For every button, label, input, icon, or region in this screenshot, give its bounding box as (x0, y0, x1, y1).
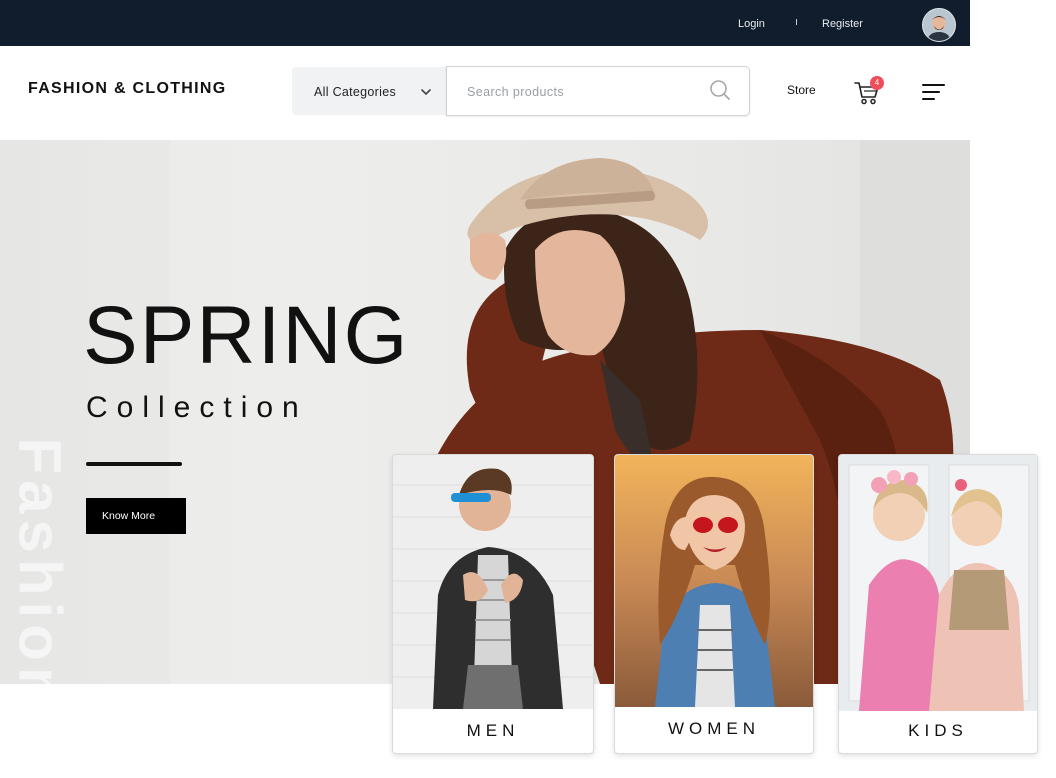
store-link[interactable]: Store (787, 83, 816, 97)
category-card-men[interactable]: MEN (392, 454, 594, 754)
women-category-image (615, 455, 813, 707)
user-avatar[interactable] (922, 8, 956, 42)
category-card-kids[interactable]: KIDS (838, 454, 1038, 754)
hero-subtitle: Collection (86, 391, 308, 424)
category-select-value: All Categories (314, 85, 397, 99)
search-box (446, 66, 750, 116)
category-card-women[interactable]: WOMEN (614, 454, 814, 754)
hero-title: SPRING (83, 290, 410, 381)
category-label-kids: KIDS (908, 721, 968, 740)
category-select[interactable]: All Categories (292, 67, 446, 115)
hamburger-menu-icon (922, 84, 945, 100)
category-label-women: WOMEN (667, 719, 761, 738)
cart-button[interactable]: 4 (854, 76, 884, 106)
login-link[interactable]: Login (738, 18, 765, 30)
topbar-separator (796, 19, 797, 25)
top-bar: Login Register (0, 0, 970, 46)
search-icon[interactable] (709, 79, 731, 101)
avatar-icon (923, 9, 955, 41)
hero-vertical-text: Fashion (6, 437, 74, 685)
know-more-button[interactable]: Know More (86, 498, 186, 534)
chevron-down-icon (421, 89, 431, 96)
menu-button[interactable] (922, 82, 946, 102)
brand-logo[interactable]: FASHION & CLOTHING (28, 80, 227, 98)
hero-divider (86, 462, 182, 466)
category-label-men: MEN (466, 721, 520, 740)
kids-category-image (839, 455, 1037, 711)
cart-count-badge: 4 (870, 76, 884, 90)
search-input[interactable] (465, 82, 699, 102)
register-link[interactable]: Register (822, 18, 863, 30)
men-category-image (393, 455, 593, 709)
